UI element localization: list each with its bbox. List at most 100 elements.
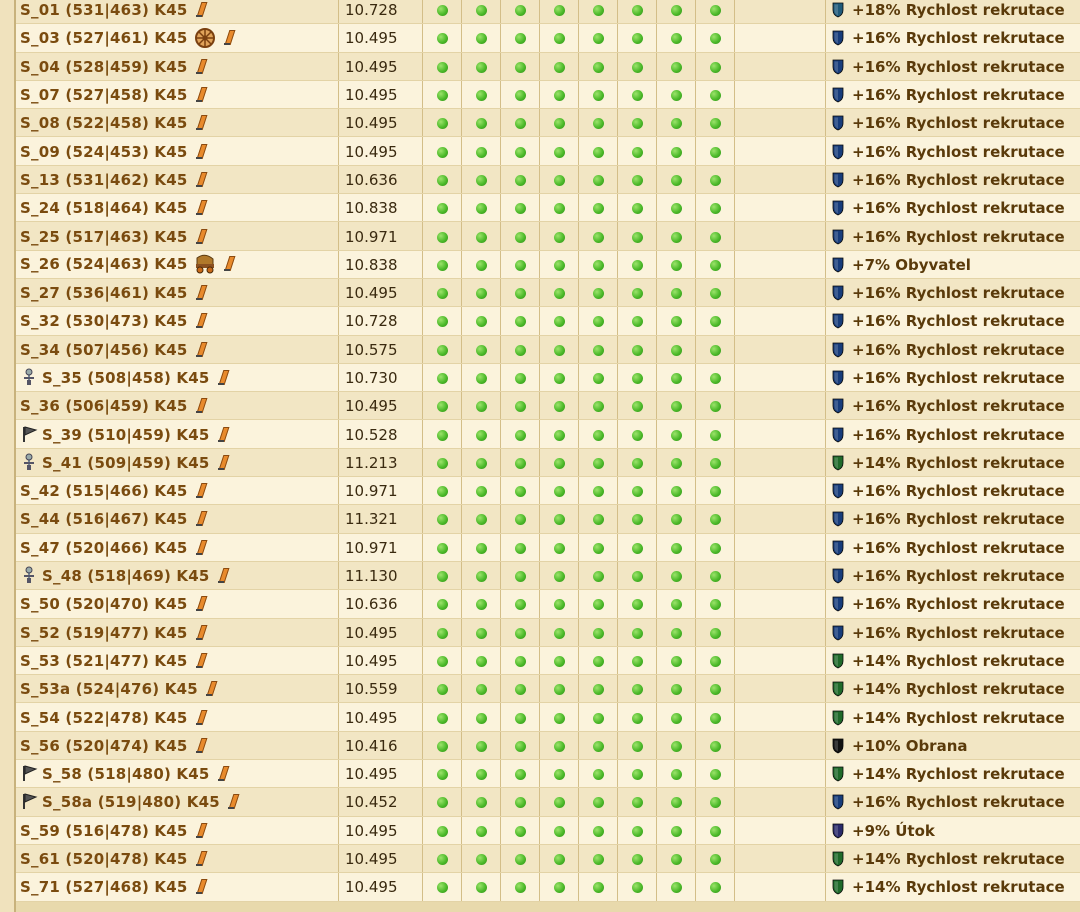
rename-pencil-icon[interactable] — [195, 200, 205, 216]
village-link[interactable]: S_04 (528|459) K45 — [20, 58, 188, 76]
green-dot-icon — [436, 882, 448, 894]
rename-pencil-icon[interactable] — [195, 511, 205, 527]
rename-pencil-icon[interactable] — [217, 766, 227, 782]
village-link[interactable]: S_53a (524|476) K45 — [20, 680, 198, 698]
green-dot-icon — [631, 118, 643, 130]
rename-pencil-icon[interactable] — [227, 794, 237, 810]
status-cell — [695, 787, 735, 817]
rename-pencil-icon[interactable] — [195, 59, 205, 74]
rename-pencil-icon[interactable] — [205, 681, 215, 697]
green-dot-icon — [631, 655, 643, 667]
green-dot-icon — [475, 203, 487, 215]
village-link[interactable]: S_58 (518|480) K45 — [42, 765, 210, 783]
rename-pencil-icon[interactable] — [195, 342, 205, 357]
status-cell — [539, 80, 579, 110]
rename-pencil-icon[interactable] — [195, 313, 205, 329]
green-dot-icon — [709, 854, 721, 866]
village-link[interactable]: S_26 (524|463) K45 — [20, 255, 188, 273]
village-link[interactable]: S_39 (510|459) K45 — [42, 426, 210, 444]
empty-cell — [734, 80, 826, 110]
status-cell — [461, 759, 501, 789]
status-cell — [422, 646, 462, 676]
status-cell — [422, 419, 462, 449]
rename-pencil-icon[interactable] — [195, 653, 205, 668]
rename-pencil-icon[interactable] — [195, 229, 205, 244]
village-link[interactable]: S_42 (515|466) K45 — [20, 482, 188, 500]
village-link[interactable]: S_07 (527|458) K45 — [20, 86, 188, 104]
green-dot-icon — [709, 231, 721, 243]
rename-pencil-icon[interactable] — [195, 115, 205, 131]
village-link[interactable]: S_71 (527|468) K45 — [20, 878, 188, 896]
village-link[interactable]: S_01 (531|463) K45 — [20, 1, 188, 19]
bonus-cell: +16% Rychlost rekrutace — [825, 589, 1080, 619]
status-cell — [539, 136, 579, 166]
status-cell — [461, 136, 501, 166]
rename-pencil-icon[interactable] — [223, 256, 233, 272]
rename-pencil-icon[interactable] — [223, 30, 233, 45]
status-cell — [656, 731, 696, 761]
village-link[interactable]: S_47 (520|466) K45 — [20, 539, 188, 557]
green-dot-icon — [670, 882, 682, 894]
village-link[interactable]: S_36 (506|459) K45 — [20, 397, 188, 415]
village-link[interactable]: S_24 (518|464) K45 — [20, 199, 188, 217]
points-cell: 10.838 — [338, 250, 423, 279]
rename-pencil-icon[interactable] — [217, 370, 227, 385]
rename-pencil-icon[interactable] — [195, 2, 205, 18]
green-dot-icon — [475, 797, 487, 809]
rename-pencil-icon[interactable] — [195, 144, 205, 159]
rename-pencil-icon[interactable] — [195, 483, 205, 499]
status-cell — [656, 193, 696, 223]
village-link[interactable]: S_59 (516|478) K45 — [20, 822, 188, 840]
village-link[interactable]: S_25 (517|463) K45 — [20, 228, 188, 246]
green-dot-icon — [709, 5, 721, 17]
bonus-text: +14% Rychlost rekrutace — [852, 680, 1065, 699]
village-link[interactable]: S_48 (518|469) K45 — [42, 567, 210, 585]
rename-pencil-icon[interactable] — [195, 172, 205, 187]
village-link[interactable]: S_27 (536|461) K45 — [20, 284, 188, 302]
rename-pencil-icon[interactable] — [195, 823, 205, 838]
village-link[interactable]: S_35 (508|458) K45 — [42, 369, 210, 387]
village-link[interactable]: S_41 (509|459) K45 — [42, 454, 210, 472]
status-cell — [461, 844, 501, 874]
rename-pencil-icon[interactable] — [195, 596, 205, 612]
village-link[interactable]: S_08 (522|458) K45 — [20, 114, 188, 132]
points-cell: 10.971 — [338, 533, 423, 562]
village-link[interactable]: S_44 (516|467) K45 — [20, 510, 188, 528]
rename-pencil-icon[interactable] — [195, 738, 205, 753]
status-cell — [617, 221, 657, 251]
village-link[interactable]: S_09 (524|453) K45 — [20, 143, 188, 161]
village-link[interactable]: S_34 (507|456) K45 — [20, 341, 188, 359]
points-value: 10.495 — [345, 284, 398, 303]
rename-pencil-icon[interactable] — [195, 285, 205, 301]
status-cell — [461, 278, 501, 308]
village-link[interactable]: S_50 (520|470) K45 — [20, 595, 188, 613]
village-link[interactable]: S_53 (521|477) K45 — [20, 652, 188, 670]
status-cell — [578, 363, 618, 393]
rename-pencil-icon[interactable] — [195, 879, 205, 895]
village-link[interactable]: S_32 (530|473) K45 — [20, 312, 188, 330]
status-cell — [422, 221, 462, 251]
rename-pencil-icon[interactable] — [217, 568, 227, 584]
green-dot-icon — [670, 627, 682, 639]
rename-pencil-icon[interactable] — [217, 455, 227, 470]
village-link[interactable]: S_61 (520|478) K45 — [20, 850, 188, 868]
rename-pencil-icon[interactable] — [195, 851, 205, 867]
green-dot-icon — [475, 655, 487, 667]
rename-pencil-icon[interactable] — [195, 625, 205, 640]
village-link[interactable]: S_52 (519|477) K45 — [20, 624, 188, 642]
rename-pencil-icon[interactable] — [195, 710, 205, 725]
village-link[interactable]: S_56 (520|474) K45 — [20, 737, 188, 755]
rename-pencil-icon[interactable] — [195, 540, 205, 555]
green-dot-icon — [670, 5, 682, 17]
green-dot-icon — [553, 344, 565, 356]
status-cell — [617, 136, 657, 166]
village-link[interactable]: S_58a (519|480) K45 — [42, 793, 220, 811]
village-link[interactable]: S_03 (527|461) K45 — [20, 29, 188, 47]
bonus-cell: +14% Rychlost rekrutace — [825, 646, 1080, 676]
village-link[interactable]: S_13 (531|462) K45 — [20, 171, 188, 189]
rename-pencil-icon[interactable] — [217, 427, 227, 442]
rename-pencil-icon[interactable] — [195, 87, 205, 103]
village-link[interactable]: S_54 (522|478) K45 — [20, 709, 188, 727]
village-name-cell: S_25 (517|463) K45 — [16, 221, 339, 251]
rename-pencil-icon[interactable] — [195, 398, 205, 414]
